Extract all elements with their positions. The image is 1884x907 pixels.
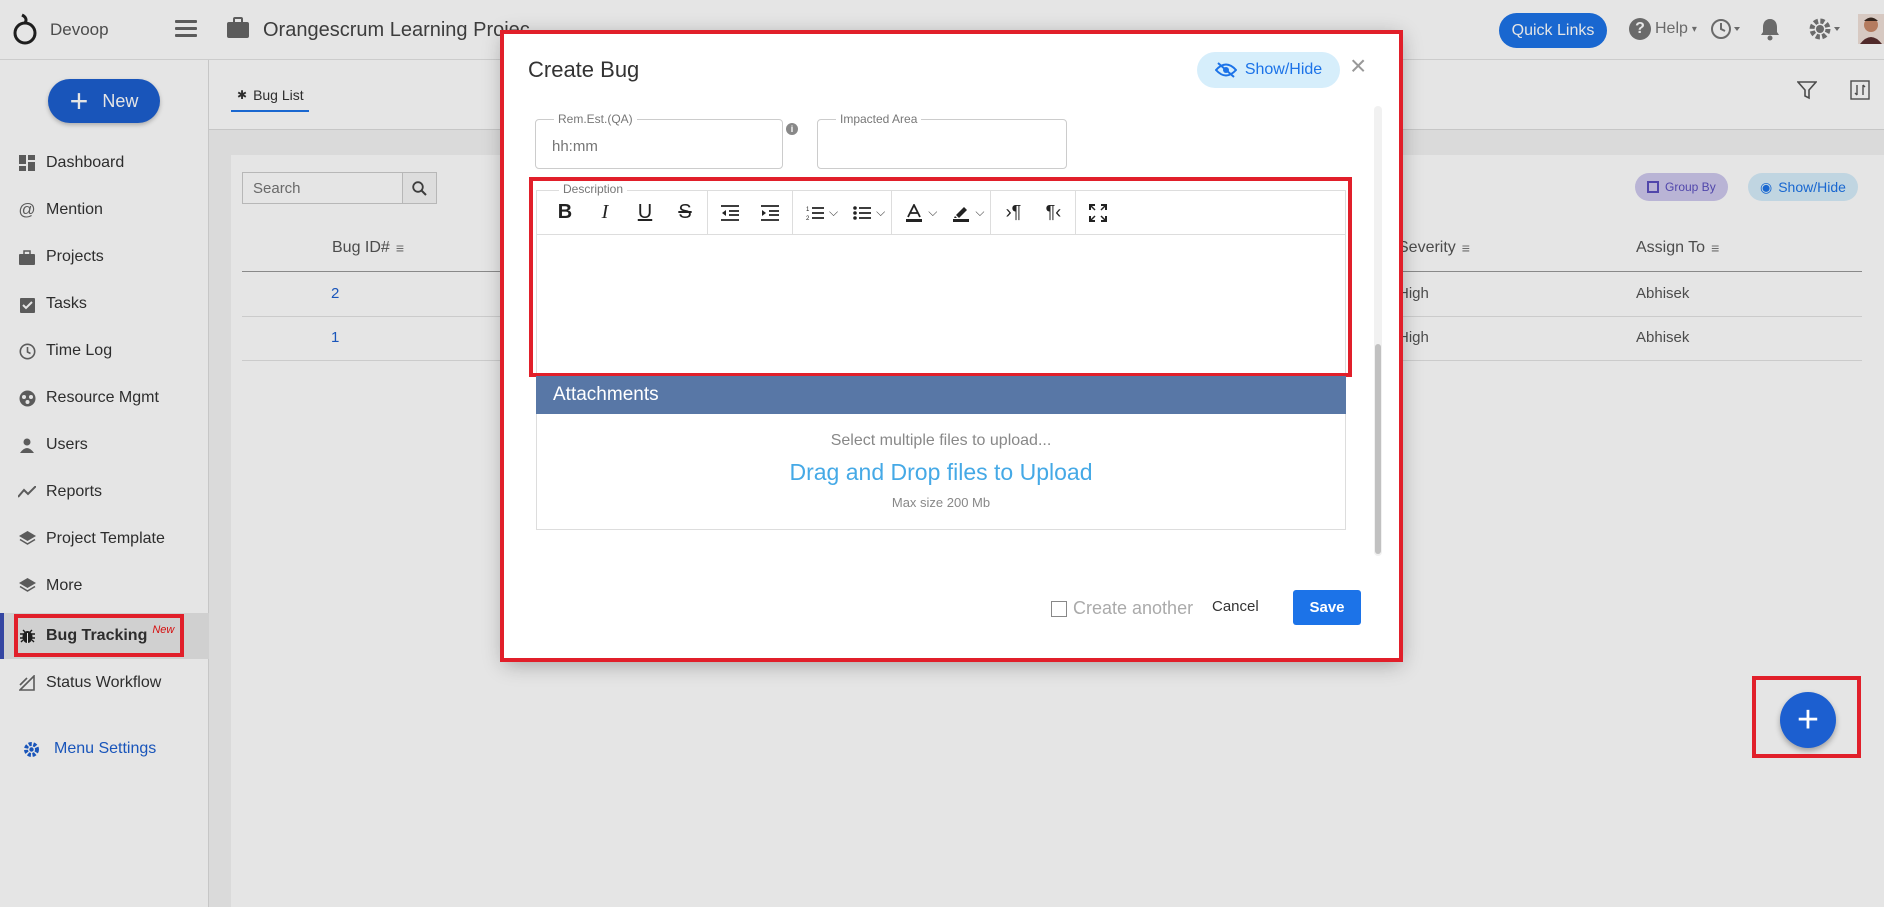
outdent-icon — [721, 204, 739, 221]
modal-title: Create Bug — [528, 57, 640, 82]
toolbar-divider — [891, 190, 893, 235]
attachments-header: Attachments — [536, 376, 1346, 414]
highlighter-icon — [953, 206, 970, 222]
modal-scrollbar-thumb[interactable] — [1375, 344, 1381, 554]
attachments-hint[interactable]: Select multiple files to upload... — [537, 432, 1345, 450]
chevron-down-icon[interactable]: ⌵ — [975, 205, 984, 220]
bold-button[interactable]: B — [545, 195, 585, 231]
numbered-list-icon: 12 — [806, 207, 824, 221]
plus-icon: + — [1796, 698, 1820, 741]
impacted-area-label: Impacted Area — [836, 112, 922, 126]
attachments-dropzone[interactable]: Select multiple files to upload... Drag … — [536, 414, 1346, 530]
create-another-checkbox[interactable]: Create another — [1051, 598, 1193, 619]
close-icon[interactable]: × — [1350, 52, 1366, 80]
font-color-icon — [906, 203, 923, 222]
bulleted-list-icon — [853, 205, 872, 220]
chevron-down-icon[interactable]: ⌵ — [928, 205, 937, 220]
checkbox[interactable] — [1051, 600, 1067, 617]
chevron-down-icon[interactable]: ⌵ — [829, 205, 838, 220]
editor-toolbar: B I U S 12 ⌵ ⌵ ⌵ ⌵ ›¶ ¶‹ — [537, 190, 1345, 235]
attachments-max-size: Max size 200 Mb — [891, 495, 991, 510]
add-bug-fab[interactable]: + — [1780, 692, 1836, 748]
svg-text:2: 2 — [806, 216, 810, 221]
toolbar-divider — [990, 190, 992, 235]
modal-show-hide-button[interactable]: Show/Hide — [1197, 52, 1340, 88]
italic-button[interactable]: I — [585, 195, 625, 231]
rtl-button[interactable]: ¶‹ — [1033, 195, 1073, 231]
indent-icon — [761, 204, 779, 221]
ltr-button[interactable]: ›¶ — [993, 195, 1033, 231]
fullscreen-icon — [1089, 203, 1108, 222]
outdent-button[interactable] — [710, 195, 750, 231]
rem-est-qa-label: Rem.Est.(QA) — [554, 112, 637, 126]
chevron-down-icon[interactable]: ⌵ — [876, 205, 885, 220]
toolbar-divider — [1075, 190, 1077, 235]
underline-button[interactable]: U — [625, 195, 665, 231]
info-icon[interactable]: i — [786, 123, 798, 135]
eye-slash-icon — [1214, 62, 1237, 78]
description-editor: Description B I U S 12 ⌵ ⌵ ⌵ ⌵ ›¶ ¶‹ — [536, 182, 1346, 379]
create-bug-modal: Create Bug Show/Hide × Rem.Est.(QA) i Im… — [504, 32, 1401, 660]
cancel-button[interactable]: Cancel — [1204, 594, 1267, 619]
save-button[interactable]: Save — [1293, 590, 1361, 625]
fullscreen-button[interactable] — [1078, 195, 1118, 231]
svg-text:1: 1 — [806, 207, 810, 213]
create-another-label: Create another — [1073, 598, 1194, 618]
impacted-area-field[interactable]: Impacted Area — [817, 112, 1067, 169]
show-hide-label: Show/Hide — [1244, 61, 1323, 78]
strikethrough-button[interactable]: S — [665, 195, 705, 231]
indent-button[interactable] — [750, 195, 790, 231]
toolbar-divider — [707, 190, 708, 235]
toolbar-divider — [792, 190, 793, 235]
drag-drop-link[interactable]: Drag and Drop files to Upload — [537, 459, 1345, 486]
description-textarea[interactable] — [537, 235, 1345, 378]
impacted-area-input[interactable] — [834, 138, 1014, 155]
rem-est-qa-input[interactable] — [552, 138, 732, 155]
rem-est-qa-field[interactable]: Rem.Est.(QA) — [535, 112, 783, 169]
